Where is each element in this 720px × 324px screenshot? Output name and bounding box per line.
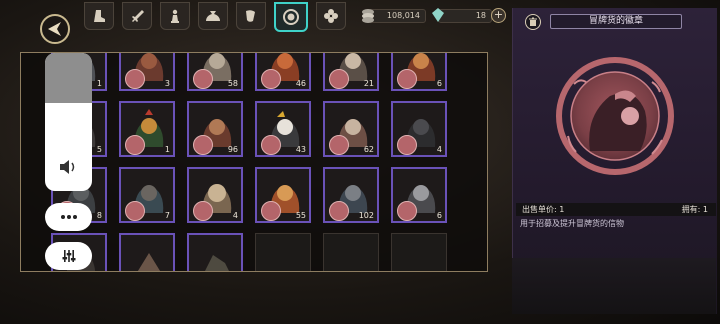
badge-card[interactable]: 6 [391,53,447,91]
gold-amount: 108,014 [386,11,420,20]
badge-card[interactable]: 46 [255,53,311,91]
badge-emblem-icon [397,69,417,89]
volume-slider-track [45,53,92,103]
back-button[interactable] [40,14,70,44]
tab-boots[interactable] [84,2,114,30]
tab-chess[interactable] [160,2,190,30]
discard-button[interactable] [525,14,541,30]
badge-emblem-icon [125,135,145,155]
card-count: 58 [227,79,238,88]
badge-card[interactable]: 3 [119,53,175,91]
card-count: 1 [164,145,170,154]
item-description: 用于招募及提升冒牌货的信物 [520,219,624,228]
sliders-icon [62,250,75,262]
scroll-icon [246,10,255,22]
card-count: 4 [232,211,238,220]
speaker-icon [60,160,75,174]
tab-scroll[interactable] [236,2,266,30]
money-bag-icon [206,11,220,21]
badge-card[interactable]: 1 [119,101,175,157]
card-count: 21 [363,79,374,88]
volume-slider[interactable] [45,53,92,191]
owned-count: 拥有: 1 [681,205,708,214]
badge-emblem-icon [125,69,145,89]
badge-card[interactable] [187,233,243,271]
item-title: 冒牌货的徽章 [550,14,682,29]
tab-badges[interactable] [274,2,308,32]
badge-card[interactable]: 102 [323,167,379,223]
card-count: 55 [295,211,306,220]
empty-slot [391,233,447,271]
card-count: 3 [164,79,170,88]
empty-slot [323,233,379,271]
badge-card[interactable]: 4 [187,167,243,223]
empty-slot [255,233,311,271]
card-count: 43 [295,145,306,154]
clover-icon [324,9,338,23]
badge-card[interactable]: 62 [323,101,379,157]
more-button[interactable] [45,203,92,231]
badge-emblem-icon [261,135,281,155]
badge-card[interactable]: 4 [391,101,447,157]
sword-icon [132,10,144,22]
card-count: 96 [227,145,238,154]
more-dots-icon [60,215,77,219]
badge-emblem-icon [125,201,145,221]
card-count: 5 [96,145,102,154]
tab-bag[interactable] [198,2,228,30]
badge-emblem-icon [397,135,417,155]
badge-emblem-icon [261,201,281,221]
tab-misc[interactable] [316,2,346,30]
trash-icon [529,17,537,26]
badge-emblem-icon [397,201,417,221]
badge-emblem-icon [193,201,213,221]
card-count: 62 [363,145,374,154]
card-count: 102 [358,211,374,220]
character-portrait-icon [205,255,229,271]
impostor-badge-emblem-icon [556,57,674,175]
mixer-settings-button[interactable] [45,242,92,270]
badge-card[interactable]: 96 [187,101,243,157]
back-arrow-icon [48,22,61,36]
card-count: 6 [436,211,442,220]
card-count: 8 [96,211,102,220]
badge-card[interactable]: 21 [323,53,379,91]
card-count: 1 [96,79,102,88]
gem-currency: 18 [432,8,492,23]
badge-emblem-icon [329,135,349,155]
badge-emblem-icon [329,69,349,89]
boot-icon [94,10,105,22]
badge-card[interactable] [119,233,175,271]
card-count: 46 [295,79,306,88]
badge-card[interactable]: 58 [187,53,243,91]
character-portrait-icon [137,253,161,271]
tab-weapons[interactable] [122,2,152,30]
gold-currency: 108,014 [362,9,426,23]
badge-card[interactable]: 55 [255,167,311,223]
gem-amount: 18 [475,11,486,20]
card-count: 6 [436,79,442,88]
item-stats-bar: 出售单价: 1 拥有: 1 [516,203,716,216]
badge-card[interactable]: 43 [255,101,311,157]
sell-price: 出售单价: 1 [522,205,565,214]
card-count: 7 [164,211,170,220]
coin-stack-icon [362,9,374,23]
chess-piece-icon [171,9,179,23]
badge-icon [283,9,299,25]
badge-card[interactable]: 6 [391,167,447,223]
gem-icon [432,8,444,22]
card-count: 4 [436,145,442,154]
badge-emblem-icon [193,69,213,89]
badge-emblem-icon [329,201,349,221]
detail-panel-footer [512,258,716,314]
add-currency-button[interactable]: + [491,8,506,23]
badge-emblem-icon [193,135,213,155]
badge-emblem-icon [261,69,281,89]
badge-card[interactable]: 7 [119,167,175,223]
